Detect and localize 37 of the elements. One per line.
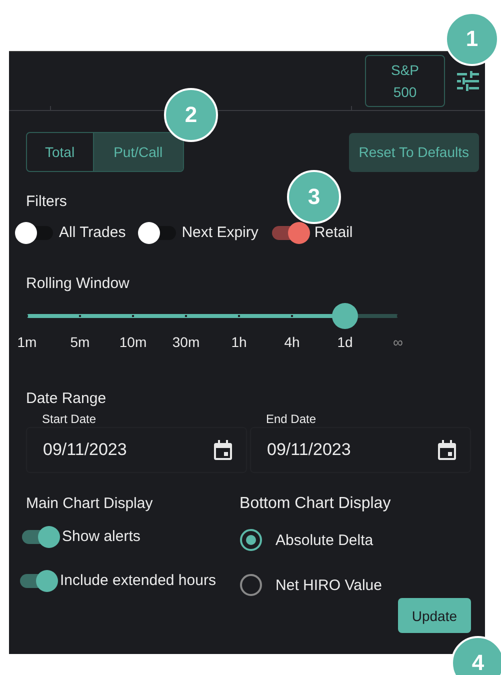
toggle-label: All Trades xyxy=(59,224,126,241)
slider-stop-label: 10m xyxy=(119,334,147,350)
index-button[interactable]: S&P 500 xyxy=(365,55,445,107)
section-title: Date Range xyxy=(26,390,106,407)
slider-stop-label: 4h xyxy=(284,334,300,350)
date-field[interactable]: 09/11/2023 xyxy=(26,427,247,473)
slider-stop-label: 1m xyxy=(17,334,37,350)
radio-button[interactable] xyxy=(240,529,262,551)
slider-stop-label: 5m xyxy=(70,334,90,350)
slider-thumb[interactable] xyxy=(332,303,358,329)
slider-stop-label: 1h xyxy=(231,334,247,350)
slider-stop-label: 1d xyxy=(337,334,353,350)
calendar-icon[interactable] xyxy=(214,440,232,460)
toggle-label: Next Expiry xyxy=(182,224,258,241)
section-title: Filters xyxy=(26,193,67,210)
radio-button[interactable] xyxy=(240,574,262,596)
field-label: Start Date xyxy=(42,412,96,426)
radio-label: Absolute Delta xyxy=(276,532,374,548)
callout-badge: 1 xyxy=(445,12,499,66)
toggle-label: Retail xyxy=(314,224,353,241)
section-title: Bottom Chart Display xyxy=(240,495,391,513)
toggle-label: Include extended hours xyxy=(60,572,216,589)
reset-button[interactable]: Reset To Defaults xyxy=(348,132,479,172)
field-label: End Date xyxy=(266,412,316,426)
radio-label: Net HIRO Value xyxy=(276,576,382,594)
settings-icon[interactable] xyxy=(457,71,479,91)
calendar-icon[interactable] xyxy=(438,440,456,460)
slider-stop-label: ∞ xyxy=(393,334,403,350)
toggle-label: Show alerts xyxy=(62,528,140,545)
section-title: Main Chart Display xyxy=(26,495,153,512)
update-button[interactable]: Update xyxy=(398,598,471,633)
slider-stop-label: 30m xyxy=(172,334,200,350)
callout-badge: 4 xyxy=(451,636,501,675)
section-title: Rolling Window xyxy=(26,275,130,292)
view-tab[interactable]: Total xyxy=(27,133,93,171)
view-tab[interactable]: Put/Call xyxy=(92,133,183,171)
date-field[interactable]: 09/11/2023 xyxy=(250,427,471,473)
